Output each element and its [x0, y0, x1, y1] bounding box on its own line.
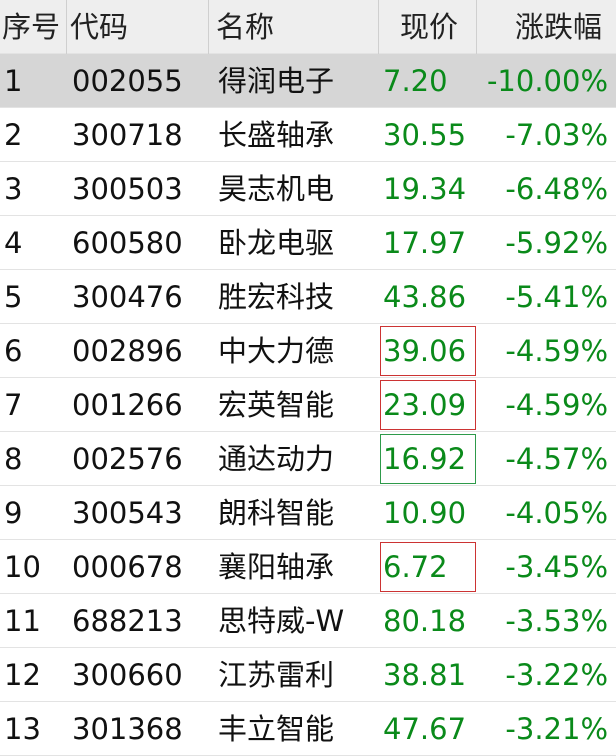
row-price: 80.18 [383, 604, 467, 638]
row-price: 30.55 [383, 118, 467, 152]
row-change: -3.53% [505, 604, 608, 638]
row-rank: 12 [4, 658, 41, 692]
row-change: -5.41% [505, 280, 608, 314]
row-code: 300503 [72, 172, 183, 206]
table-row[interactable]: 3 300503 昊志机电 19.34 -6.48% [0, 162, 616, 216]
row-name: 朗科智能 [218, 496, 335, 530]
row-code: 300718 [72, 118, 183, 152]
row-rank: 7 [4, 388, 23, 422]
row-change: -4.59% [505, 334, 608, 368]
header-code[interactable]: 代码 [70, 0, 208, 54]
table-row[interactable]: 9 300543 朗科智能 10.90 -4.05% [0, 486, 616, 540]
row-code: 000678 [72, 550, 183, 584]
table-header: 序号 代码 名称 现价 涨跌幅 [0, 0, 616, 54]
row-price: 17.97 [383, 226, 467, 260]
row-price: 7.20 [383, 64, 448, 98]
row-rank: 6 [4, 334, 23, 368]
row-change: -3.21% [505, 712, 608, 746]
header-rank[interactable]: 序号 [2, 0, 64, 54]
row-name: 中大力德 [218, 334, 335, 368]
row-change: -10.00% [486, 64, 608, 98]
header-divider [66, 0, 67, 54]
row-price: 19.34 [383, 172, 467, 206]
row-code: 688213 [72, 604, 183, 638]
row-name: 长盛轴承 [218, 118, 335, 152]
table-row[interactable]: 7 001266 宏英智能 23.09 -4.59% [0, 378, 616, 432]
row-code: 300476 [72, 280, 183, 314]
table-row[interactable]: 5 300476 胜宏科技 43.86 -5.41% [0, 270, 616, 324]
table-row[interactable]: 6 002896 中大力德 39.06 -4.59% [0, 324, 616, 378]
row-price: 10.90 [383, 496, 467, 530]
row-code: 002055 [72, 64, 183, 98]
price-highlight-box [380, 326, 476, 376]
row-rank: 11 [4, 604, 41, 638]
table-row[interactable]: 10 000678 襄阳轴承 6.72 -3.45% [0, 540, 616, 594]
row-rank: 10 [4, 550, 41, 584]
table-body: 1 002055 得润电子 7.20 -10.00% 2 300718 长盛轴承 30.55 -7… [0, 54, 616, 756]
row-change: -7.03% [505, 118, 608, 152]
row-code: 002576 [72, 442, 183, 476]
price-highlight-box [380, 380, 476, 430]
row-code: 300660 [72, 658, 183, 692]
row-change: -6.48% [505, 172, 608, 206]
row-change: -5.92% [505, 226, 608, 260]
row-rank: 2 [4, 118, 23, 152]
row-name: 丰立智能 [218, 712, 335, 746]
table-row[interactable]: 1 002055 得润电子 7.20 -10.00% [0, 54, 616, 108]
row-change: -4.57% [505, 442, 608, 476]
row-name: 襄阳轴承 [218, 550, 335, 584]
table-row[interactable]: 2 300718 长盛轴承 30.55 -7.03% [0, 108, 616, 162]
header-name[interactable]: 名称 [216, 0, 376, 54]
row-change: -3.22% [505, 658, 608, 692]
row-code: 300543 [72, 496, 183, 530]
row-name: 思特威-W [218, 604, 345, 638]
row-code: 301368 [72, 712, 183, 746]
row-name: 得润电子 [218, 64, 335, 98]
stock-table: 序号 代码 名称 现价 涨跌幅 1 002055 得润电子 7.20 -10.00% 2 3… [0, 0, 616, 756]
row-rank: 3 [4, 172, 23, 206]
table-row[interactable]: 4 600580 卧龙电驱 17.97 -5.92% [0, 216, 616, 270]
row-rank: 5 [4, 280, 23, 314]
row-price: 47.67 [383, 712, 467, 746]
row-code: 002896 [72, 334, 183, 368]
row-name: 昊志机电 [218, 172, 335, 206]
row-code: 001266 [72, 388, 183, 422]
row-name: 宏英智能 [218, 388, 335, 422]
row-rank: 1 [4, 64, 23, 98]
table-row[interactable]: 12 300660 江苏雷利 38.81 -3.22% [0, 648, 616, 702]
row-change: -4.05% [505, 496, 608, 530]
row-change: -3.45% [505, 550, 608, 584]
row-name: 胜宏科技 [218, 280, 335, 314]
table-row[interactable]: 11 688213 思特威-W 80.18 -3.53% [0, 594, 616, 648]
row-rank: 4 [4, 226, 23, 260]
row-name: 通达动力 [218, 442, 335, 476]
row-price: 43.86 [383, 280, 467, 314]
header-divider [378, 0, 379, 54]
row-rank: 9 [4, 496, 23, 530]
row-change: -4.59% [505, 388, 608, 422]
row-rank: 13 [4, 712, 41, 746]
row-price: 38.81 [383, 658, 467, 692]
header-divider [208, 0, 209, 54]
row-rank: 8 [4, 442, 23, 476]
table-row[interactable]: 8 002576 通达动力 16.92 -4.57% [0, 432, 616, 486]
price-highlight-box [380, 542, 476, 592]
table-row[interactable]: 13 301368 丰立智能 47.67 -3.21% [0, 702, 616, 756]
row-code: 600580 [72, 226, 183, 260]
header-divider [476, 0, 477, 54]
header-change[interactable]: 涨跌幅 [472, 0, 602, 54]
row-name: 江苏雷利 [218, 658, 335, 692]
price-highlight-box [380, 434, 476, 484]
row-name: 卧龙电驱 [218, 226, 335, 260]
